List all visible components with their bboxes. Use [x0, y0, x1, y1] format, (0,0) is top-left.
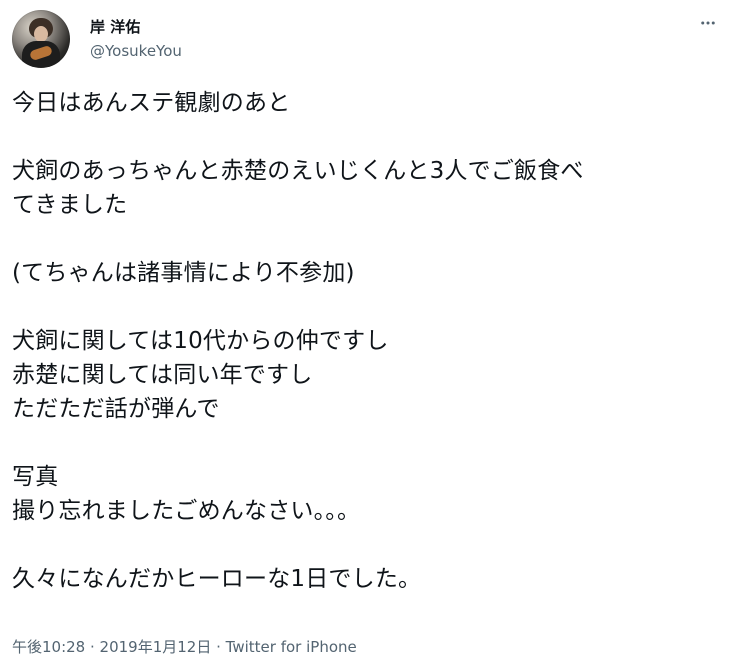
- author-block[interactable]: 岸 洋佑 @YosukeYou: [90, 17, 182, 61]
- handle[interactable]: @YosukeYou: [90, 41, 182, 61]
- tweet-line: ただただ話が弾んで: [12, 396, 220, 422]
- tweet-source-link[interactable]: Twitter for iPhone: [226, 638, 357, 656]
- tweet-line: 犬飼に関しては10代からの仲ですし: [12, 328, 389, 354]
- tweet-line: 犬飼のあっちゃんと赤楚のえいじくんと3人でご飯食べ: [12, 158, 584, 184]
- tweet-header: 岸 洋佑 @YosukeYou: [12, 10, 727, 70]
- tweet-line: (てちゃんは諸事情により不参加): [12, 260, 355, 286]
- tweet-card: 岸 洋佑 @YosukeYou 今日はあんステ観劇のあと 犬飼のあっちゃんと赤楚…: [0, 0, 739, 670]
- tweet-line: 撮り忘れましたごめんなさい。。。: [12, 498, 361, 524]
- display-name[interactable]: 岸 洋佑: [90, 17, 182, 37]
- avatar-face-shape: [34, 26, 48, 42]
- tweet-text: 今日はあんステ観劇のあと 犬飼のあっちゃんと赤楚のえいじくんと3人でご飯食べ て…: [12, 86, 727, 596]
- meta-separator: ·: [211, 638, 226, 656]
- tweet-line: てきました: [12, 192, 128, 218]
- avatar[interactable]: [12, 10, 70, 68]
- tweet-line: 赤楚に関しては同い年ですし: [12, 362, 313, 388]
- tweet-meta: 午後10:28 · 2019年1月12日 · Twitter for iPhon…: [12, 637, 357, 657]
- tweet-line: 今日はあんステ観劇のあと: [12, 90, 291, 116]
- tweet-line: 久々になんだかヒーローな1日でした。: [12, 566, 422, 592]
- more-button[interactable]: [695, 10, 721, 36]
- tweet-time-link[interactable]: 午後10:28: [12, 638, 85, 656]
- meta-separator: ·: [85, 638, 100, 656]
- tweet-date-link[interactable]: 2019年1月12日: [100, 638, 212, 656]
- tweet-line: 写真: [12, 464, 59, 490]
- more-horizontal-icon: [699, 14, 717, 32]
